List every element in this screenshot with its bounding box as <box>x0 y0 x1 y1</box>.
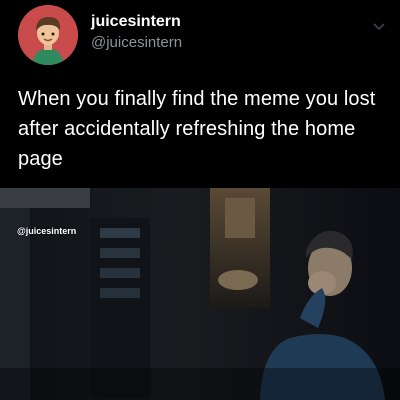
tweet-card: juicesintern @juicesintern When you fina… <box>0 0 400 400</box>
tweet-media[interactable]: @juicesintern <box>0 188 400 400</box>
avatar[interactable] <box>18 5 78 65</box>
media-watermark: @juicesintern <box>17 226 77 236</box>
media-frame <box>0 188 400 400</box>
user-names: juicesintern @juicesintern <box>91 12 182 53</box>
tweet-header: juicesintern @juicesintern <box>18 5 390 65</box>
chevron-down-icon[interactable] <box>372 19 386 31</box>
display-name[interactable]: juicesintern <box>91 12 182 32</box>
tweet-text: When you finally find the meme you lost … <box>18 88 376 170</box>
user-handle[interactable]: @juicesintern <box>91 33 182 53</box>
